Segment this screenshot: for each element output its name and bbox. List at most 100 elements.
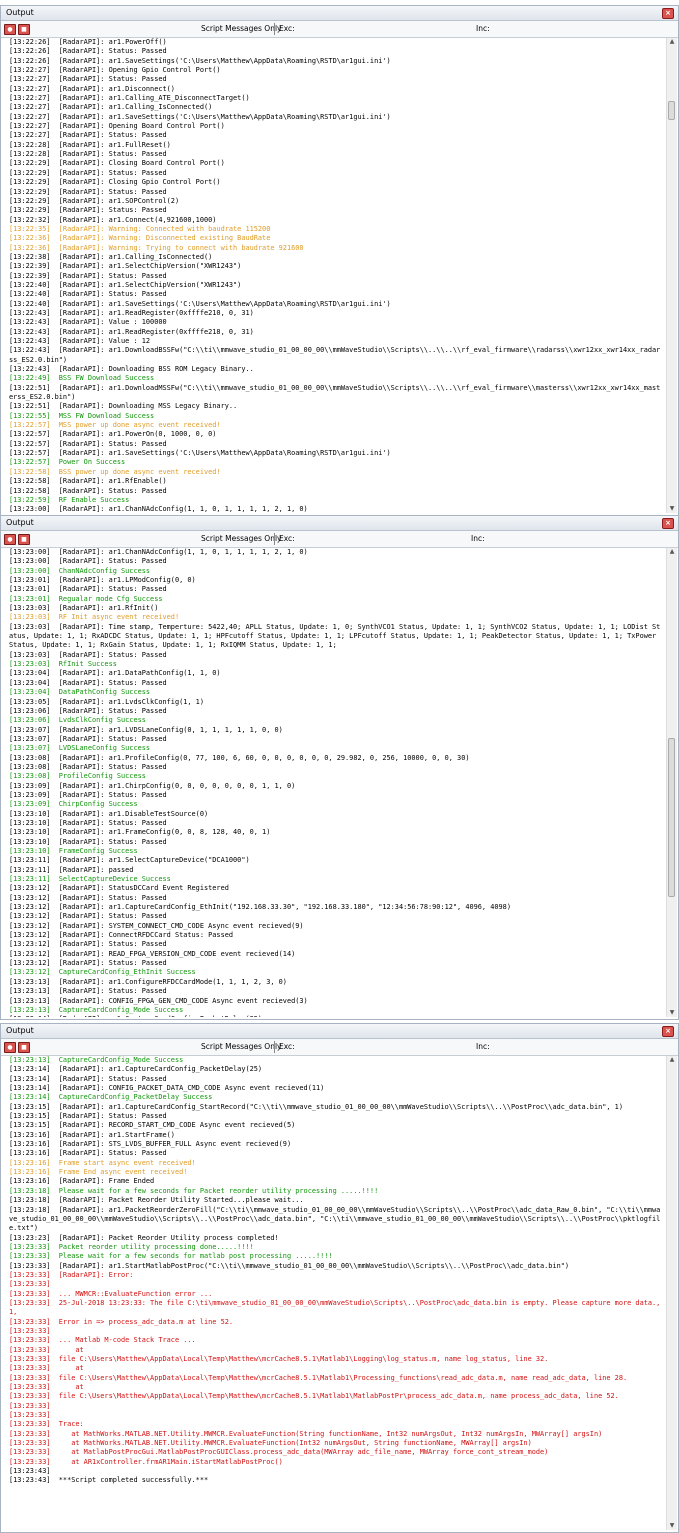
log-line: [13:23:33] ... Matlab M-code Stack Trace… [9, 1336, 196, 1345]
log-line: [13:23:12] [RadarAPI]: StatusDCCard Even… [9, 884, 229, 893]
log-line: [13:23:33] Packet reorder utility proces… [9, 1242, 254, 1251]
log-line: [13:23:06] [RadarAPI]: Status: Passed [9, 706, 167, 715]
log-line: [13:23:33] file C:\Users\Matthew\AppData… [9, 1355, 549, 1363]
log-line: [13:23:07] [RadarAPI]: ar1.LVDSLaneConfi… [9, 725, 283, 734]
stop-icon[interactable]: ■ [18, 24, 30, 35]
script-messages-only-toggle[interactable]: Script Messages Only [201, 1039, 281, 1055]
log-line: [13:23:33] file C:\Users\Matthew\AppData… [9, 1373, 628, 1382]
log-line: [13:22:26] [RadarAPI]: ar1.PowerOff() [9, 38, 167, 46]
log-line: [13:22:27] [RadarAPI]: Opening Gpio Cont… [9, 66, 221, 75]
log-line: [13:23:00] [RadarAPI]: ar1.ChanNAdcConfi… [9, 505, 308, 513]
log-line: [13:22:40] [RadarAPI]: ar1.SaveSettings(… [9, 299, 391, 308]
log-line: [13:23:18] Please wait for a few seconds… [9, 1186, 379, 1195]
script-messages-only-toggle[interactable]: Script Messages Only [201, 21, 281, 37]
close-icon[interactable]: × [662, 8, 674, 19]
log-line: [13:22:27] [RadarAPI]: ar1.Disconnect() [9, 84, 175, 93]
log-line: [13:23:33] [RadarAPI]: ar1.StartMatlabPo… [9, 1261, 570, 1270]
log-line: [13:22:27] [RadarAPI]: ar1.Calling_IsCon… [9, 103, 213, 112]
log-line: [13:23:12] [RadarAPI]: Status: Passed [9, 893, 167, 902]
log-line: [13:23:01] Regualar mode Cfg Success [9, 594, 163, 603]
script-messages-only-toggle[interactable]: Script Messages Only [201, 531, 281, 547]
log-line: [13:23:33] 25-Jul-2018 13:23:33: The fil… [9, 1298, 661, 1317]
log-line: [13:23:14] CaptureCardConfig_PacketDelay… [9, 1093, 213, 1102]
log-line: [13:22:43] [RadarAPI]: Value : 100000 [9, 318, 167, 327]
stop-icon[interactable]: ■ [18, 534, 30, 545]
log-line: [13:23:13] CaptureCardConfig_Mode Succes… [9, 1005, 184, 1014]
toolbar-divider [274, 1041, 275, 1053]
log-line: [13:23:33] [9, 1280, 51, 1289]
exclude-filter-label: Exc: [279, 1042, 295, 1051]
scroll-up-icon[interactable]: ▲ [668, 38, 676, 46]
log-line: [13:22:43] [RadarAPI]: ar1.DownloadBSSFw… [9, 346, 661, 364]
log-line: [13:23:07] LVDSLaneConfig Success [9, 744, 151, 753]
log-line: [13:23:10] [RadarAPI]: ar1.DisableTestSo… [9, 809, 209, 818]
scroll-up-icon[interactable]: ▲ [668, 1056, 676, 1064]
log-line: [13:22:57] Power On Success [9, 458, 126, 467]
log-line: [13:22:39] [RadarAPI]: Status: Passed [9, 271, 167, 280]
log-line: [13:22:59] RF Enable Success [9, 495, 130, 504]
toolbar-divider [274, 533, 275, 545]
vertical-scrollbar[interactable]: ▲ ▼ [666, 38, 677, 513]
log-line: [13:23:11] [RadarAPI]: ar1.SelectCapture… [9, 856, 250, 865]
log-line: [13:23:11] SelectCaptureDevice Success [9, 875, 171, 884]
log-line: [13:22:27] [RadarAPI]: Status: Passed [9, 131, 167, 140]
vertical-scrollbar[interactable]: ▲ ▼ [666, 548, 677, 1017]
log-line: [13:22:51] [RadarAPI]: Downloading MSS L… [9, 402, 238, 411]
scroll-down-icon[interactable]: ▼ [668, 1522, 676, 1530]
log-line: [13:23:04] [RadarAPI]: Status: Passed [9, 678, 167, 687]
log-line: [13:22:57] MSS power up done async event… [9, 421, 221, 430]
scrollbar-thumb[interactable] [668, 101, 675, 120]
vertical-scrollbar[interactable]: ▲ ▼ [666, 1056, 677, 1530]
log-line: [13:23:12] [RadarAPI]: ConnectRFDCCard S… [9, 931, 234, 940]
log-line: [13:23:14] [RadarAPI]: ar1.CaptureCardCo… [9, 1065, 263, 1074]
record-icon[interactable]: ● [4, 24, 16, 35]
log-line: [13:22:29] [RadarAPI]: Closing Board Con… [9, 159, 225, 168]
log-line: [13:23:33] [9, 1326, 51, 1335]
log-line: [13:22:27] [RadarAPI]: Opening Board Con… [9, 122, 225, 131]
log-line: [13:23:33] at AR1xController.frmAR1Main.… [9, 1457, 283, 1466]
log-line: [13:22:43] [RadarAPI]: ar1.ReadRegister(… [9, 327, 254, 336]
log-line: [13:23:14] [RadarAPI]: Status: Passed [9, 1074, 167, 1083]
log-output-area[interactable]: [13:22:26] [RadarAPI]: ar1.PowerOff() [13… [9, 38, 664, 513]
log-line: [13:22:57] [RadarAPI]: ar1.SaveSettings(… [9, 449, 391, 458]
log-line: [13:22:43] [RadarAPI]: ar1.ReadRegister(… [9, 308, 254, 317]
close-icon[interactable]: × [662, 1026, 674, 1037]
log-line: [13:23:33] at MathWorks.MATLAB.NET.Utili… [9, 1429, 603, 1438]
log-line: [13:23:09] [RadarAPI]: Status: Passed [9, 790, 167, 799]
log-line: [13:23:43] [9, 1467, 51, 1476]
log-line: [13:23:14] [RadarAPI]: ar1.CaptureCardCo… [9, 1015, 664, 1017]
panel-toolbar: ● ■ Script Messages Only Exc: Inc: [1, 1039, 678, 1056]
log-line: [13:23:33] at MathWorks.MATLAB.NET.Utili… [9, 1439, 532, 1448]
output-panel: Output × ● ■ Script Messages Only Exc: I… [0, 5, 679, 516]
log-line: [13:23:03] [RadarAPI]: Time stamp, Tempe… [9, 622, 661, 650]
log-line: [13:23:33] [9, 1401, 51, 1410]
include-filter-label: Inc: [471, 534, 485, 543]
log-line: [13:23:15] [RadarAPI]: Status: Passed [9, 1112, 167, 1121]
close-icon[interactable]: × [662, 518, 674, 529]
log-line: [13:22:36] [RadarAPI]: Warning: Disconne… [9, 234, 271, 243]
log-line: [13:23:12] [RadarAPI]: SYSTEM_CONNECT_CM… [9, 921, 304, 930]
log-line: [13:23:09] ChirpConfig Success [9, 800, 138, 809]
log-line: [13:22:39] [RadarAPI]: ar1.SelectChipVer… [9, 262, 242, 271]
log-line: [13:23:33] Please wait for a few seconds… [9, 1252, 333, 1261]
log-line: [13:23:09] [RadarAPI]: ar1.ChirpConfig(0… [9, 781, 296, 790]
stop-icon[interactable]: ■ [18, 1042, 30, 1053]
log-output-area[interactable]: [13:23:13] CaptureCardConfig_Mode Succes… [9, 1056, 664, 1530]
log-line: [13:22:27] [RadarAPI]: ar1.SaveSettings(… [9, 112, 391, 121]
scrollbar-thumb[interactable] [668, 738, 675, 898]
log-line: [13:23:14] [RadarAPI]: CONFIG_PACKET_DAT… [9, 1084, 325, 1093]
log-line: [13:23:33] at MatlabPostProcGui.MatlabPo… [9, 1448, 549, 1457]
record-icon[interactable]: ● [4, 534, 16, 545]
scroll-down-icon[interactable]: ▼ [668, 1009, 676, 1017]
scroll-up-icon[interactable]: ▲ [668, 548, 676, 556]
record-icon[interactable]: ● [4, 1042, 16, 1053]
log-line: [13:22:36] [RadarAPI]: Warning: Trying t… [9, 243, 304, 252]
log-output-area[interactable]: [13:23:00] [RadarAPI]: ar1.ChanNAdcConfi… [9, 548, 664, 1017]
log-line: [13:23:00] [RadarAPI]: Status: Passed [9, 557, 167, 566]
scroll-down-icon[interactable]: ▼ [668, 505, 676, 513]
log-line: [13:22:57] [RadarAPI]: Status: Passed [9, 439, 167, 448]
log-line: [13:23:33] [9, 1411, 51, 1420]
log-line: [13:23:07] [RadarAPI]: Status: Passed [9, 734, 167, 743]
log-line: [13:23:03] [RadarAPI]: Status: Passed [9, 650, 167, 659]
log-line: [13:22:28] [RadarAPI]: Status: Passed [9, 150, 167, 159]
